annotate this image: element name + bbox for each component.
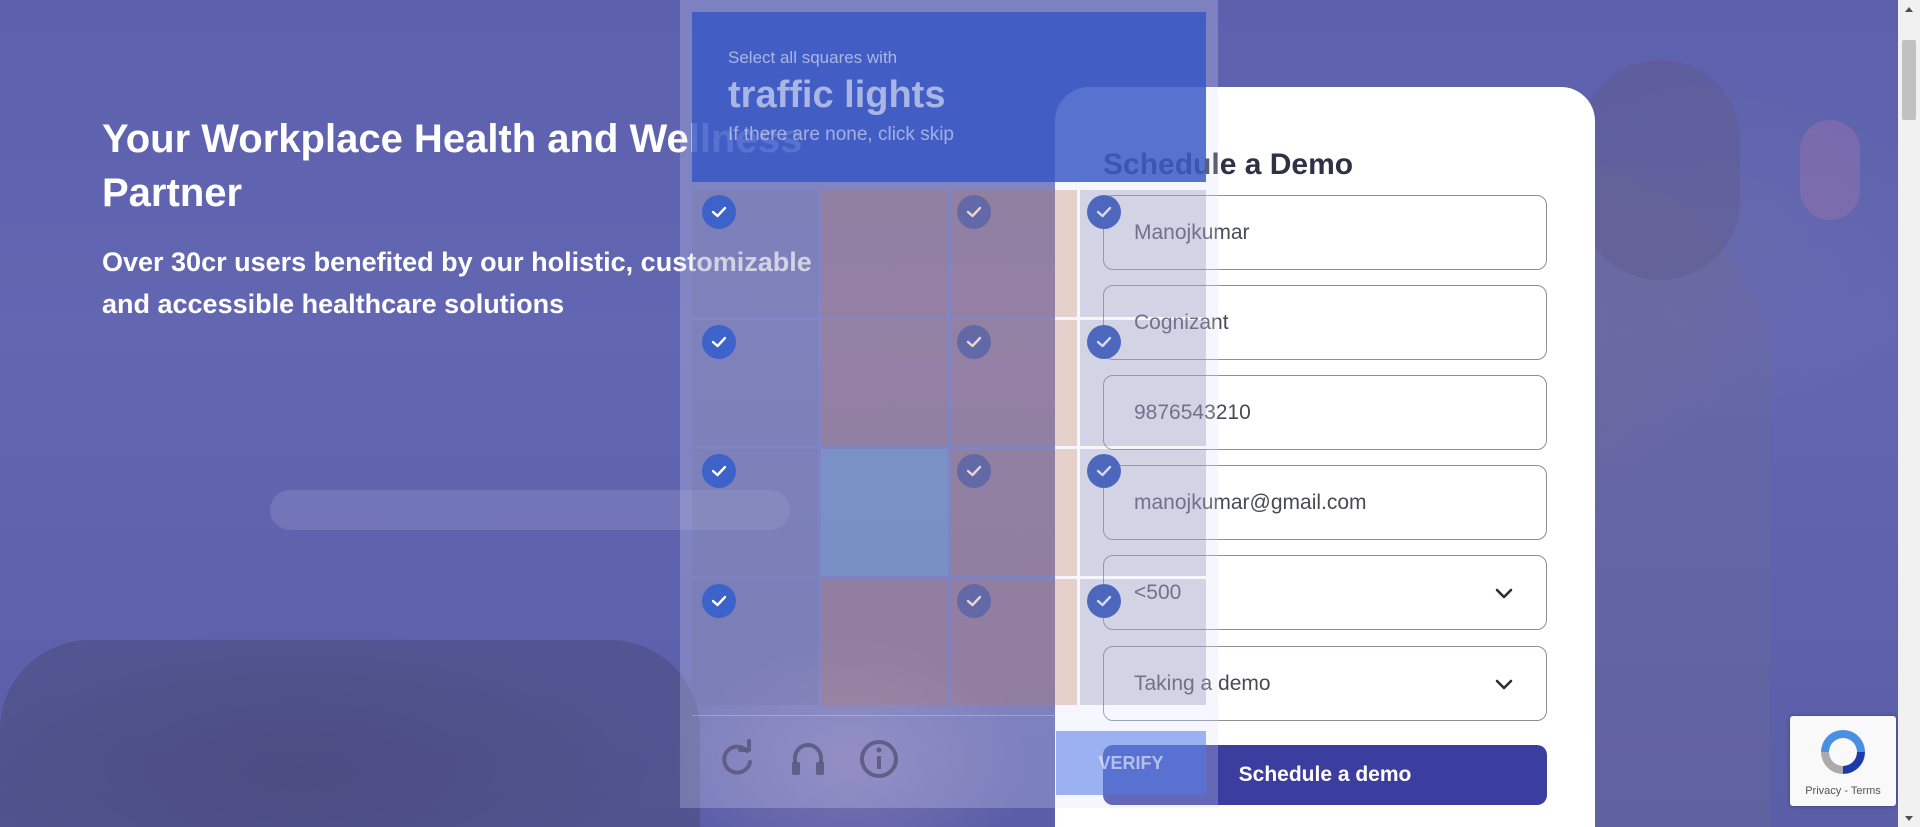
captcha-tile[interactable] [950, 578, 1121, 705]
captcha-tile[interactable] [692, 319, 819, 446]
captcha-challenge: Select all squares with traffic lights I… [680, 0, 1218, 808]
audio-icon[interactable] [787, 738, 829, 780]
page-scrollbar[interactable] [1898, 0, 1920, 827]
captcha-tile[interactable] [1079, 190, 1206, 317]
check-icon [702, 324, 736, 359]
captcha-grid [692, 190, 1206, 705]
chevron-down-icon [1492, 581, 1516, 605]
bg-sofa-shape [0, 640, 700, 827]
bg-vase-shape [1800, 120, 1860, 220]
captcha-tile[interactable] [821, 449, 992, 576]
bg-lamp-shape [1580, 60, 1740, 280]
check-icon [702, 195, 736, 229]
captcha-tile[interactable] [821, 578, 992, 705]
captcha-header: Select all squares with traffic lights I… [692, 12, 1206, 182]
captcha-tile[interactable] [950, 319, 1121, 446]
captcha-instruction: Select all squares with [728, 48, 898, 67]
captcha-tile[interactable] [821, 190, 992, 317]
verify-button[interactable]: VERIFY [1056, 731, 1206, 795]
recaptcha-links[interactable]: Privacy - Terms [1790, 785, 1896, 797]
captcha-tile[interactable] [692, 578, 819, 705]
captcha-tile[interactable] [821, 319, 992, 446]
captcha-tile[interactable] [950, 190, 1121, 317]
check-icon [702, 583, 736, 618]
recaptcha-logo-icon [1821, 730, 1865, 774]
info-icon[interactable] [858, 738, 900, 780]
captcha-footer: VERIFY [692, 715, 1206, 800]
captcha-tile[interactable] [1079, 319, 1206, 446]
refresh-icon[interactable] [716, 738, 758, 780]
scroll-thumb[interactable] [1902, 40, 1916, 120]
captcha-tile[interactable] [1079, 578, 1206, 705]
captcha-tile[interactable] [950, 449, 1121, 576]
captcha-tile[interactable] [692, 449, 819, 576]
check-icon [702, 454, 736, 488]
scroll-up-arrow-icon[interactable] [1898, 0, 1920, 17]
captcha-tile[interactable] [692, 190, 819, 317]
chevron-down-icon [1492, 672, 1516, 696]
scroll-down-arrow-icon[interactable] [1898, 810, 1920, 827]
captcha-tile[interactable] [1079, 449, 1206, 576]
captcha-skip-hint: If there are none, click skip [728, 124, 954, 145]
captcha-target: traffic lights [728, 74, 946, 116]
recaptcha-badge[interactable]: Privacy - Terms [1790, 716, 1896, 806]
